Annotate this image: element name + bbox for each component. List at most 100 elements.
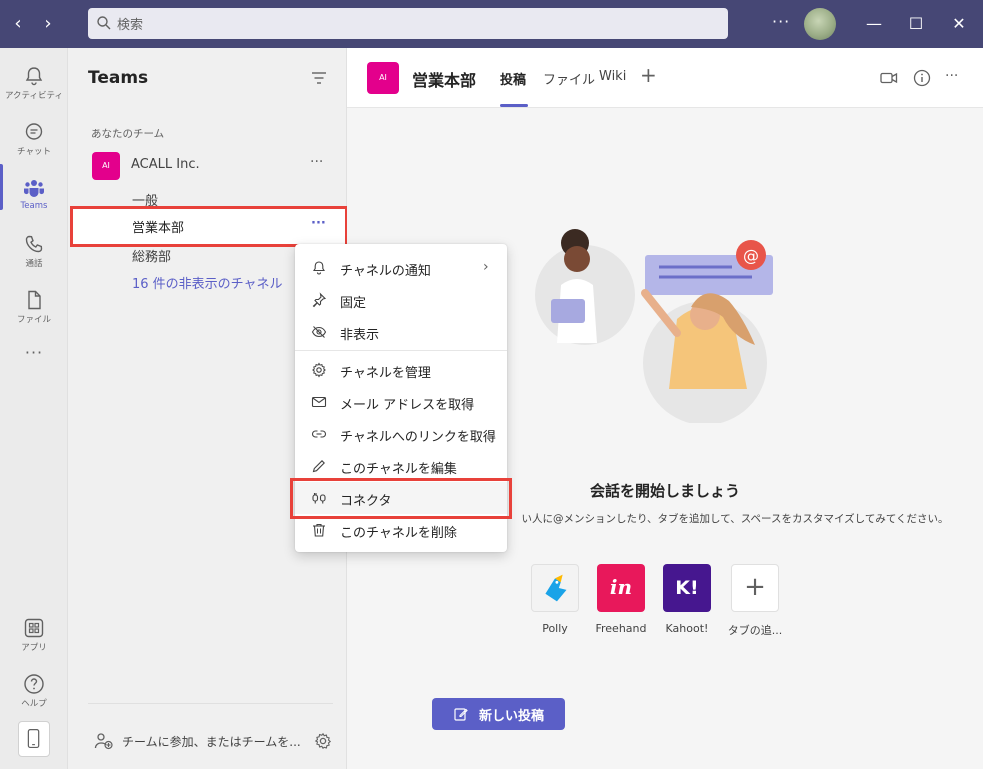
rail-label: アプリ bbox=[21, 643, 47, 653]
back-button[interactable]: ‹ bbox=[8, 12, 28, 36]
menu-item-label: このチャネルを編集 bbox=[340, 462, 457, 477]
user-avatar[interactable] bbox=[804, 8, 836, 40]
channel-item-general-affairs[interactable]: 総務部 bbox=[132, 246, 171, 265]
help-icon bbox=[24, 674, 44, 694]
rail-label: Teams bbox=[20, 201, 48, 211]
menu-item-label: 非表示 bbox=[340, 328, 380, 343]
menu-item-manage-channel[interactable]: チャネルを管理 bbox=[295, 354, 507, 386]
rail-label: ヘルプ bbox=[21, 699, 47, 709]
menu-item-label: このチャネルを削除 bbox=[340, 526, 457, 541]
forward-button[interactable]: › bbox=[38, 12, 58, 36]
chat-icon bbox=[25, 123, 43, 140]
rail-teams[interactable]: Teams bbox=[0, 168, 68, 224]
menu-item-get-email[interactable]: メール アドレスを取得 bbox=[295, 386, 507, 418]
info-icon[interactable] bbox=[912, 68, 932, 88]
menu-item-hide[interactable]: 非表示 bbox=[295, 316, 507, 348]
channel-avatar: AI bbox=[367, 62, 399, 94]
join-team-button[interactable]: チームに参加、またはチームを... bbox=[68, 724, 347, 758]
team-name: ACALL Inc. bbox=[131, 157, 200, 172]
rail-label: チャット bbox=[17, 147, 51, 157]
rail-label: アクティビティ bbox=[4, 91, 64, 101]
trash-icon bbox=[313, 523, 325, 537]
close-button[interactable]: ✕ bbox=[947, 12, 971, 36]
freehand-icon: in bbox=[609, 575, 633, 599]
channel-item-sales[interactable]: 営業本部 ··· bbox=[71, 208, 346, 246]
tab-wiki[interactable]: Wiki bbox=[599, 69, 626, 84]
menu-item-label: チャネルへのリンクを取得 bbox=[340, 430, 496, 445]
title-bar: ‹ › 検索 ··· — ☐ ✕ bbox=[0, 0, 983, 48]
rail-apps[interactable]: アプリ bbox=[0, 608, 68, 664]
channel-header: AI 営業本部 投稿 ファイル Wiki + ··· bbox=[347, 48, 983, 108]
menu-divider bbox=[295, 350, 507, 351]
rail-chat[interactable]: チャット bbox=[0, 112, 68, 168]
maximize-button[interactable]: ☐ bbox=[904, 12, 928, 36]
menu-item-get-link[interactable]: チャネルへのリンクを取得 bbox=[295, 418, 507, 450]
channel-item-general[interactable]: 一般 bbox=[132, 190, 158, 209]
svg-text:@: @ bbox=[743, 246, 759, 265]
app-tile-kahoot[interactable]: K! bbox=[663, 564, 711, 612]
rail-calls[interactable]: 通話 bbox=[0, 224, 68, 280]
rail-label: 通話 bbox=[25, 259, 43, 269]
app-tile-polly[interactable] bbox=[531, 564, 579, 612]
mail-icon bbox=[311, 396, 327, 408]
rail-activity[interactable]: アクティビティ bbox=[0, 56, 68, 112]
bell-icon bbox=[25, 67, 43, 86]
section-label: あなたのチーム bbox=[91, 128, 165, 140]
divider bbox=[88, 703, 333, 704]
filter-icon[interactable] bbox=[310, 70, 328, 86]
app-tile-add-tab[interactable]: + bbox=[731, 564, 779, 612]
kahoot-icon: K! bbox=[675, 577, 699, 599]
new-post-label: 新しい投稿 bbox=[479, 709, 545, 724]
menu-item-delete-channel[interactable]: このチャネルを削除 bbox=[295, 514, 507, 546]
eye-off-icon bbox=[311, 326, 327, 338]
link-icon bbox=[312, 430, 326, 438]
file-icon bbox=[28, 290, 41, 310]
add-people-icon bbox=[94, 733, 113, 750]
teams-icon bbox=[24, 180, 44, 197]
header-more-button[interactable]: ··· bbox=[945, 68, 958, 84]
chevron-right-icon: › bbox=[483, 259, 489, 275]
polly-icon bbox=[545, 574, 567, 602]
rail-more-button[interactable]: ··· bbox=[22, 343, 46, 362]
phone-icon bbox=[25, 235, 43, 253]
team-avatar: AI bbox=[92, 152, 120, 180]
phone-device-icon bbox=[27, 729, 40, 749]
team-row[interactable]: AI ACALL Inc. ··· bbox=[68, 148, 347, 184]
add-tab-button[interactable]: + bbox=[640, 63, 657, 87]
tab-files[interactable]: ファイル bbox=[543, 69, 595, 88]
hidden-channels-link[interactable]: 16 件の非表示のチャネル bbox=[132, 273, 283, 292]
plus-icon: + bbox=[744, 572, 766, 602]
tab-posts[interactable]: 投稿 bbox=[500, 69, 526, 88]
rail-help[interactable]: ヘルプ bbox=[0, 664, 68, 720]
menu-item-edit-channel[interactable]: このチャネルを編集 bbox=[295, 450, 507, 482]
app-rail: アクティビティ チャット Teams 通話 ファイル ··· アプリ ヘルプ bbox=[0, 48, 68, 769]
video-icon[interactable] bbox=[879, 68, 899, 88]
channel-more-button[interactable]: ··· bbox=[311, 216, 326, 231]
search-icon bbox=[97, 16, 111, 30]
pencil-icon bbox=[312, 460, 325, 473]
search-input[interactable]: 検索 bbox=[88, 8, 728, 39]
connector-icon bbox=[312, 493, 326, 504]
gear-icon[interactable] bbox=[314, 732, 332, 750]
menu-item-pin[interactable]: 固定 bbox=[295, 284, 507, 316]
menu-item-connectors[interactable]: コネクタ bbox=[295, 482, 507, 514]
active-tab-indicator bbox=[500, 104, 528, 107]
menu-item-channel-notifications[interactable]: チャネルの通知 › bbox=[295, 252, 507, 284]
rail-label: ファイル bbox=[16, 315, 51, 325]
app-label: タブの追... bbox=[727, 624, 783, 637]
new-post-button[interactable]: 新しい投稿 bbox=[432, 698, 565, 730]
app-tile-freehand[interactable]: in bbox=[597, 564, 645, 612]
search-placeholder: 検索 bbox=[117, 18, 144, 33]
channel-title: 営業本部 bbox=[412, 71, 477, 90]
join-team-label: チームに参加、またはチームを... bbox=[122, 735, 301, 749]
menu-item-label: コネクタ bbox=[340, 494, 392, 509]
team-more-button[interactable]: ··· bbox=[310, 154, 323, 170]
pin-icon bbox=[312, 292, 327, 308]
panel-title: Teams bbox=[88, 68, 149, 88]
minimize-button[interactable]: — bbox=[862, 12, 886, 36]
rail-files[interactable]: ファイル bbox=[0, 280, 68, 336]
mobile-app-button[interactable] bbox=[18, 721, 50, 757]
gear-icon bbox=[312, 362, 326, 378]
menu-item-label: チャネルの通知 bbox=[340, 264, 431, 279]
settings-more-button[interactable]: ··· bbox=[772, 12, 790, 31]
